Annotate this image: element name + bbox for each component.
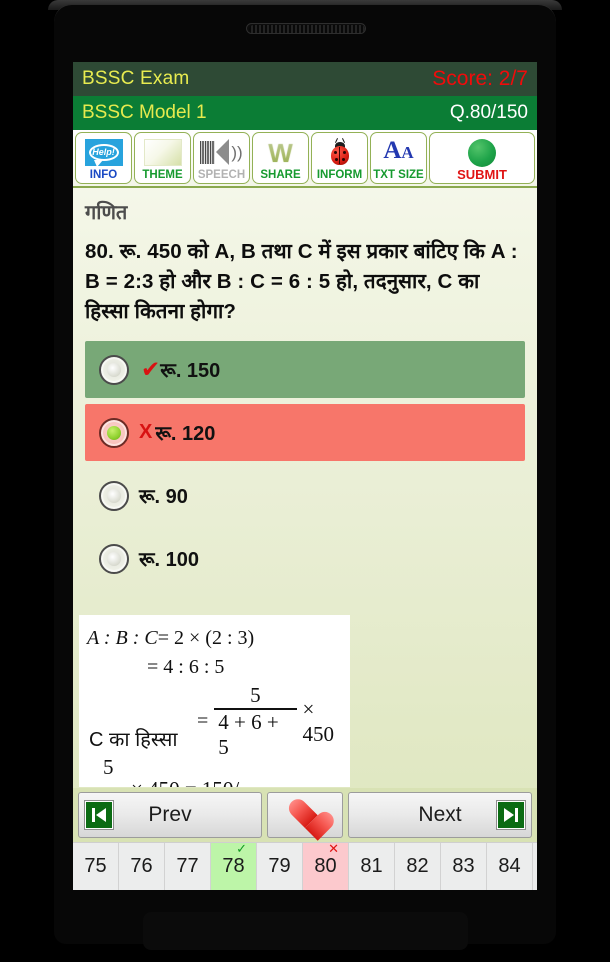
theme-swatch-icon <box>135 133 190 169</box>
solution-fraction-numerator: 5 <box>250 683 261 707</box>
app-screen: BSSC Exam Score: 2/7 BSSC Model 1 Q.80/1… <box>73 62 537 890</box>
solution-line-1-rhs: = 2 × (2 : 3) <box>157 627 255 649</box>
phone-device-frame: BSSC Exam Score: 2/7 BSSC Model 1 Q.80/1… <box>0 0 610 962</box>
help-icon: Help! <box>76 133 131 169</box>
question-cell-79-label: 79 <box>268 855 291 877</box>
question-cell-80-wrong-badge: ✕ <box>328 841 339 856</box>
question-cell-82[interactable]: 82 <box>395 843 441 890</box>
text-size-button[interactable]: AA TXT SIZE <box>370 132 427 184</box>
wrong-cross-icon: X <box>139 421 153 443</box>
next-button[interactable]: Next <box>348 792 532 838</box>
model-title: BSSC Model 1 <box>82 102 207 123</box>
speech-button[interactable]: )) SPEECH <box>193 132 250 184</box>
question-cell-83[interactable]: 83 <box>441 843 487 890</box>
radio-button-3[interactable] <box>99 480 129 511</box>
option-label-1: रू. 150 <box>160 360 221 382</box>
solution-line-2: = 4 : 6 : 5 <box>147 656 225 678</box>
solution-fraction-multiplier: × 450 <box>302 696 335 746</box>
subject-label: गणित <box>85 202 128 224</box>
option-label-3: रू. 90 <box>139 486 188 508</box>
question-strip-tail[interactable] <box>533 843 537 890</box>
submit-button[interactable]: SUBMIT <box>429 132 535 184</box>
solution-line-4: 5 <box>103 755 114 779</box>
heart-icon <box>288 800 322 831</box>
next-button-label: Next <box>418 803 462 826</box>
question-counter: Q.80/150 <box>449 102 528 123</box>
speaker-muted-icon: )) <box>194 133 249 169</box>
question-cell-75[interactable]: 75 <box>73 843 119 890</box>
question-cell-84[interactable]: 84 <box>487 843 533 890</box>
submit-button-label: SUBMIT <box>457 167 507 182</box>
solution-fraction-equals: = <box>197 710 209 732</box>
action-toolbar: Help! INFO THEME )) SPEECH W SHARE INFOR… <box>73 130 537 188</box>
question-cell-76-label: 76 <box>130 855 153 877</box>
share-button[interactable]: W SHARE <box>252 132 309 184</box>
solution-image[interactable]: A : B : C= 2 × (2 : 3) = 4 : 6 : 5 = 5 4… <box>79 615 350 787</box>
question-cell-80[interactable]: ✕ 80 <box>303 841 349 890</box>
question-cell-81[interactable]: 81 <box>349 843 395 890</box>
ladybug-icon <box>312 133 367 169</box>
green-dot-icon <box>430 133 534 169</box>
text-size-button-label: TXT SIZE <box>373 169 424 181</box>
score-label: Score: 2/7 <box>432 67 528 90</box>
inform-button-label: INFORM <box>316 169 363 181</box>
correct-tick-icon: ✔ <box>141 356 161 382</box>
option-row-2[interactable]: X रू. 120 <box>85 404 525 461</box>
solution-fraction: = 5 4 + 6 + 5 × 450 <box>197 683 350 760</box>
question-cell-77-label: 77 <box>176 855 199 877</box>
question-cell-77[interactable]: 77 <box>165 843 211 890</box>
question-cell-82-label: 82 <box>406 855 429 877</box>
speaker-mesh <box>249 25 365 33</box>
question-cell-84-label: 84 <box>498 855 521 877</box>
inform-button[interactable]: INFORM <box>311 132 368 184</box>
question-cell-79[interactable]: 79 <box>257 843 303 890</box>
options-list: ✔ रू. 150 X रू. 120 रू. 90 रू. 100 <box>85 341 525 587</box>
option-row-4[interactable]: रू. 100 <box>85 530 525 587</box>
info-button[interactable]: Help! INFO <box>75 132 132 184</box>
radio-button-1[interactable] <box>99 354 129 385</box>
option-row-3[interactable]: रू. 90 <box>85 467 525 524</box>
solution-fraction-denominator: 4 + 6 + 5 <box>218 710 279 759</box>
share-button-label: SHARE <box>260 169 301 181</box>
radio-button-2[interactable] <box>99 417 129 448</box>
text-size-icon: AA <box>383 137 414 164</box>
question-cell-83-label: 83 <box>452 855 475 877</box>
model-bar: BSSC Model 1 Q.80/150 <box>73 96 537 130</box>
solution-c-share-label: C का हिस्सा <box>89 729 178 751</box>
option-row-1[interactable]: ✔ रू. 150 <box>85 341 525 398</box>
question-cell-81-label: 81 <box>360 855 383 877</box>
prev-button[interactable]: Prev <box>78 792 262 838</box>
bottom-navigation-bar: Prev Next <box>73 788 537 842</box>
question-cell-78[interactable]: ✓ 78 <box>211 841 257 890</box>
radio-button-4[interactable] <box>99 543 129 574</box>
app-title-bar: BSSC Exam Score: 2/7 <box>73 62 537 96</box>
question-cell-78-label: 78 <box>222 855 245 877</box>
theme-button-label: THEME <box>142 169 183 181</box>
favourite-button[interactable] <box>267 792 343 838</box>
skip-previous-icon <box>84 800 114 830</box>
info-button-label: INFO <box>89 169 118 181</box>
speech-button-label: SPEECH <box>197 169 246 181</box>
question-number-strip[interactable]: 75 76 77 ✓ 78 79 ✕ 80 81 82 83 84 <box>73 842 537 890</box>
solution-line-1-lhs: A : B : C <box>87 627 158 649</box>
question-text: 80. रू. 450 को A, B तथा C में इस प्रकार … <box>85 240 518 323</box>
question-cell-80-label: 80 <box>314 855 337 877</box>
question-content: गणित 80. रू. 450 को A, B तथा C में इस प्… <box>73 188 537 587</box>
option-label-2: रू. 120 <box>155 423 216 445</box>
theme-button[interactable]: THEME <box>134 132 191 184</box>
earpiece-speaker <box>246 23 366 34</box>
solution-line-5: × 450 = 150/- <box>131 777 246 787</box>
solution-line-1: A : B : C= 2 × (2 : 3) <box>87 627 254 650</box>
option-label-4: रू. 100 <box>139 549 200 571</box>
share-w-icon: W <box>268 137 293 168</box>
question-cell-78-correct-badge: ✓ <box>236 841 247 856</box>
question-cell-75-label: 75 <box>84 855 107 877</box>
prev-button-label: Prev <box>148 803 192 826</box>
device-bottom-chin <box>143 912 468 950</box>
skip-next-icon <box>496 800 526 830</box>
app-title: BSSC Exam <box>82 68 190 89</box>
question-cell-76[interactable]: 76 <box>119 843 165 890</box>
